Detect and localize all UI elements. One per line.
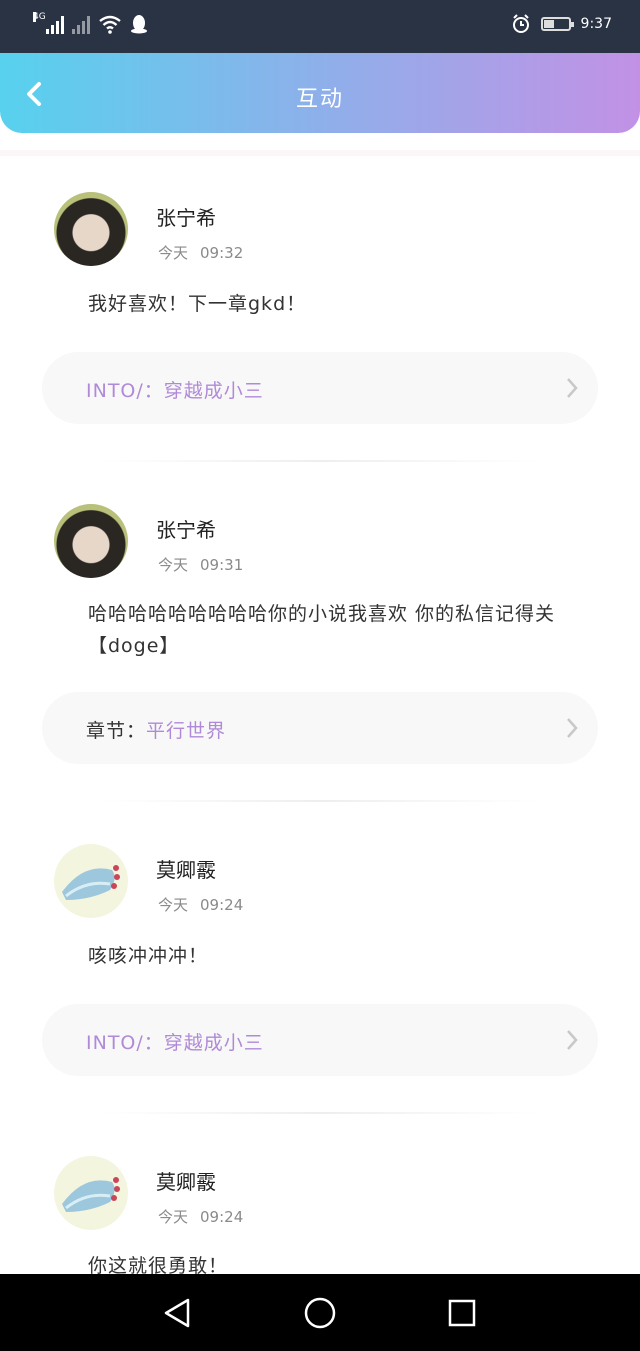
back-triangle-icon[interactable] bbox=[160, 1296, 194, 1330]
link-value: 穿越成小三 bbox=[163, 1032, 264, 1054]
chevron-right-icon bbox=[567, 718, 578, 738]
username[interactable]: 莫卿霰 bbox=[156, 854, 216, 883]
time: 09:24 bbox=[200, 1208, 244, 1226]
app-bar: 互动 bbox=[0, 53, 640, 133]
network-label: 4G bbox=[33, 12, 46, 22]
home-circle-icon[interactable] bbox=[303, 1296, 337, 1330]
comment-text: 我好喜欢！下一章gkd！ bbox=[88, 293, 307, 315]
avatar[interactable] bbox=[54, 1156, 128, 1230]
battery-level bbox=[543, 20, 555, 28]
time: 09:24 bbox=[200, 896, 244, 914]
avatar-image bbox=[62, 865, 120, 900]
qq-icon bbox=[131, 15, 147, 34]
timestamp: 今天 09:32 bbox=[158, 242, 243, 263]
timestamp: 今天 09:24 bbox=[158, 1206, 243, 1227]
timestamp: 今天 09:31 bbox=[158, 554, 243, 575]
avatar[interactable] bbox=[54, 844, 128, 918]
divider bbox=[100, 800, 540, 802]
username[interactable]: 张宁希 bbox=[156, 202, 216, 231]
chevron-right-icon bbox=[567, 1030, 578, 1050]
avatar[interactable] bbox=[54, 504, 128, 578]
time: 09:32 bbox=[200, 244, 244, 262]
time: 09:31 bbox=[200, 556, 244, 574]
date: 今天 bbox=[158, 556, 189, 574]
page-title: 互动 bbox=[295, 87, 344, 112]
chapter-link[interactable]: INTO/：穿越成小三 bbox=[42, 352, 598, 424]
date: 今天 bbox=[158, 1208, 189, 1226]
timestamp: 今天 09:24 bbox=[158, 894, 243, 915]
username[interactable]: 莫卿霰 bbox=[156, 1166, 216, 1195]
avatar-image bbox=[62, 1177, 120, 1212]
avatar[interactable] bbox=[54, 192, 128, 266]
interaction-feed[interactable]: 张宁希 今天 09:32 我好喜欢！下一章gkd！ INTO/：穿越成小三 张宁希… bbox=[0, 150, 640, 1274]
username[interactable]: 张宁希 bbox=[156, 514, 216, 543]
system-nav-bar bbox=[0, 1274, 640, 1351]
wifi-icon bbox=[99, 15, 121, 34]
date: 今天 bbox=[158, 244, 189, 262]
comment-text: 你这就很勇敢！ bbox=[88, 1255, 229, 1274]
link-value: 穿越成小三 bbox=[163, 380, 264, 402]
comment-text: 哈哈哈哈哈哈哈哈哈你的小说我喜欢 你的私信记得关【doge】 bbox=[88, 603, 556, 657]
link-value: 平行世界 bbox=[146, 720, 227, 742]
date: 今天 bbox=[158, 896, 189, 914]
signal-4g-icon: 4G bbox=[33, 12, 64, 34]
chapter-link[interactable]: 章节：平行世界 bbox=[42, 692, 598, 764]
link-label: INTO/： bbox=[86, 1032, 164, 1054]
signal-empty-icon bbox=[72, 14, 90, 34]
divider bbox=[100, 1112, 540, 1114]
status-bar: 4G 9:37 bbox=[0, 0, 640, 56]
clock: 9:37 bbox=[580, 16, 612, 32]
recents-square-icon[interactable] bbox=[445, 1296, 479, 1330]
battery-icon bbox=[540, 17, 574, 31]
link-label: INTO/： bbox=[86, 380, 164, 402]
comment-text: 咳咳冲冲冲！ bbox=[88, 945, 209, 967]
divider bbox=[100, 460, 540, 462]
alarm-icon bbox=[512, 14, 529, 33]
link-label: 章节： bbox=[86, 720, 147, 742]
chapter-link[interactable]: INTO/：穿越成小三 bbox=[42, 1004, 598, 1076]
chevron-right-icon bbox=[567, 378, 578, 398]
